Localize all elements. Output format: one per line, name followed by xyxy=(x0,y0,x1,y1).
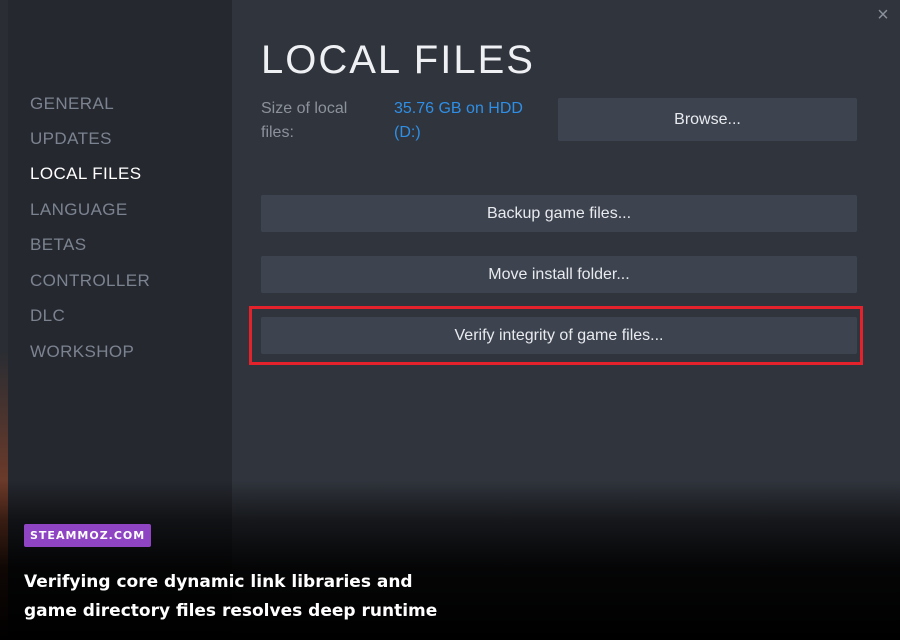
close-icon[interactable]: × xyxy=(872,4,894,26)
move-install-folder-button[interactable]: Move install folder... xyxy=(261,256,857,293)
browse-button[interactable]: Browse... xyxy=(558,98,857,141)
sidebar-item-dlc[interactable]: DLC xyxy=(30,306,65,326)
highlight-box xyxy=(249,306,863,365)
caption-line-2: game directory files resolves deep runti… xyxy=(24,601,438,621)
sidebar-item-general[interactable]: GENERAL xyxy=(30,94,114,114)
sidebar-item-controller[interactable]: CONTROLLER xyxy=(30,271,150,291)
sidebar-item-updates[interactable]: UPDATES xyxy=(30,129,112,149)
size-value-link[interactable]: 35.76 GB on HDD (D:) xyxy=(394,97,544,145)
sidebar-item-language[interactable]: LANGUAGE xyxy=(30,200,128,220)
caption-line-1: Verifying core dynamic link libraries an… xyxy=(24,572,413,592)
size-label: Size of local files: xyxy=(261,100,348,141)
brand-badge: STEAMMOZ.COM xyxy=(24,524,152,547)
sidebar-item-betas[interactable]: BETAS xyxy=(30,235,86,255)
backup-game-files-button[interactable]: Backup game files... xyxy=(261,195,857,232)
page-title: LOCAL FILES xyxy=(261,38,535,82)
sidebar-item-local-files[interactable]: LOCAL FILES xyxy=(30,164,141,184)
sidebar-item-workshop[interactable]: WORKSHOP xyxy=(30,342,134,362)
